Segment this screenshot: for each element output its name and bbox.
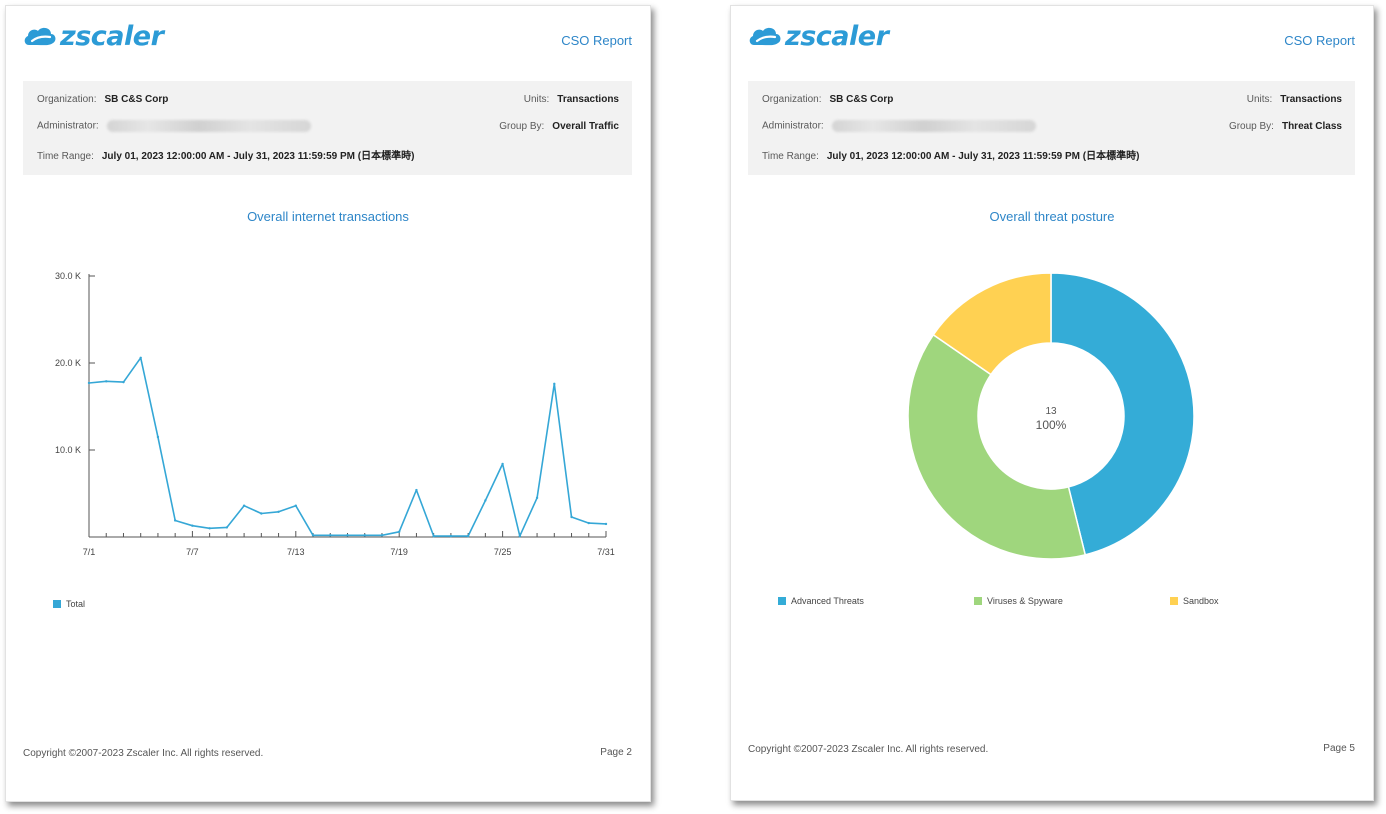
donut-chart: 13100%	[907, 272, 1195, 560]
brand-name: zscaler	[60, 21, 164, 52]
data-point	[570, 515, 573, 519]
donut-center-count: 13	[1045, 406, 1057, 417]
data-point	[260, 512, 263, 515]
data-point	[87, 381, 91, 385]
data-point	[346, 534, 349, 537]
report-info-panel: Organization: SB C&S Corp Units: Transacti…	[23, 81, 632, 175]
units-value: Transactions	[557, 94, 619, 105]
legend-swatch	[778, 597, 786, 605]
units-label: Units:	[523, 94, 550, 105]
administrator-redacted	[106, 120, 311, 132]
x-tick-label: 7/7	[186, 547, 199, 557]
donut-center-percent: 100%	[1036, 418, 1067, 432]
report-title: CSO Report	[1284, 33, 1355, 48]
x-tick-label: 7/13	[287, 547, 305, 557]
data-point	[501, 462, 504, 466]
data-point	[173, 519, 177, 522]
legend-swatch-total	[53, 600, 61, 608]
legend-swatch	[974, 597, 982, 605]
data-point	[553, 382, 556, 386]
data-point	[535, 496, 539, 500]
data-point	[294, 504, 297, 507]
footer-copyright: Copyright ©2007-2023 Zscaler Inc. All ri…	[748, 744, 989, 755]
footer-page-number: Page 2	[600, 747, 632, 758]
zscaler-logo: zscaler	[23, 21, 164, 52]
data-point	[363, 534, 366, 537]
group-by-value: Overall Traffic	[552, 120, 619, 132]
legend-swatch	[1170, 597, 1178, 605]
data-point	[122, 380, 125, 384]
x-tick-label: 7/19	[390, 547, 408, 557]
data-point	[484, 499, 487, 502]
legend-label-total: Total	[66, 599, 86, 609]
cloud-logo-icon	[24, 27, 56, 45]
report-page-left: zscaler CSO Report Organization: SB C&S C…	[5, 5, 651, 802]
time-range-label: Time Range:	[762, 151, 819, 162]
organization-label: Organization:	[762, 94, 822, 105]
zscaler-logo: zscaler	[748, 21, 889, 52]
legend-label: Advanced Threats	[791, 596, 864, 606]
y-tick-label: 30.0 K	[55, 271, 81, 281]
group-by-value: Threat Class	[1281, 120, 1342, 132]
data-point	[466, 534, 470, 538]
footer-page-number: Page 5	[1323, 743, 1355, 754]
data-point	[242, 504, 246, 507]
y-tick-label: 10.0 K	[55, 445, 81, 455]
administrator-redacted	[831, 120, 1036, 132]
legend-item-advanced-threats: Advanced Threats	[778, 596, 864, 606]
organization-label: Organization:	[37, 94, 97, 105]
units-value: Transactions	[1280, 94, 1342, 105]
data-point	[277, 510, 280, 513]
footer-copyright: Copyright ©2007-2023 Zscaler Inc. All ri…	[23, 748, 264, 759]
cloud-logo-icon	[749, 27, 781, 45]
data-point	[604, 522, 608, 526]
data-point	[518, 534, 522, 538]
legend-item-sandbox: Sandbox	[1170, 596, 1219, 606]
units-label: Units:	[1246, 94, 1273, 105]
donut-chart-title: Overall threat posture	[989, 209, 1115, 224]
data-point	[225, 526, 229, 529]
x-tick-label: 7/25	[494, 547, 512, 557]
line-chart-legend: Total	[53, 599, 85, 609]
series-line-total	[88, 357, 607, 537]
data-point	[208, 527, 211, 530]
data-point	[139, 356, 142, 359]
data-point	[415, 488, 418, 492]
legend-label: Viruses & Spyware	[987, 596, 1063, 606]
data-point	[191, 524, 194, 527]
x-tick-label: 7/31	[597, 547, 615, 557]
data-point	[329, 534, 332, 537]
legend-item-viruses-spyware: Viruses & Spyware	[974, 596, 1063, 606]
line-chart-title: Overall internet transactions	[247, 209, 409, 224]
data-point	[587, 521, 590, 525]
organization-value: SB C&S Corp	[104, 94, 169, 105]
data-point	[105, 380, 108, 383]
time-range-label: Time Range:	[37, 151, 94, 162]
group-by-label: Group By:	[499, 120, 545, 132]
administrator-label: Administrator:	[37, 120, 99, 132]
data-point	[311, 534, 315, 537]
data-point	[380, 534, 384, 537]
data-point	[398, 530, 401, 533]
data-point	[156, 435, 160, 439]
legend-label: Sandbox	[1183, 596, 1219, 606]
y-tick-label: 20.0 K	[55, 358, 81, 368]
administrator-label: Administrator:	[762, 120, 824, 132]
data-point	[449, 534, 453, 538]
line-chart: 10.0 K 20.0 K 30.0 K 7/1 7/7 7/13 7/19 7/25 7/31	[55, 271, 615, 557]
time-range-value: July 01, 2023 12:00:00 AM - July 31, 202…	[826, 151, 1140, 162]
data-point	[432, 534, 435, 538]
group-by-label: Group By:	[1228, 120, 1274, 132]
x-tick-label: 7/1	[83, 547, 96, 557]
report-title: CSO Report	[561, 33, 632, 48]
organization-value: SB C&S Corp	[829, 94, 894, 105]
brand-name: zscaler	[785, 21, 889, 52]
report-page-right: zscaler CSO Report Organization: SB C&S C…	[730, 5, 1374, 801]
time-range-value: July 01, 2023 12:00:00 AM - July 31, 202…	[101, 151, 415, 162]
report-info-panel: Organization: SB C&S Corp Units: Transacti…	[748, 81, 1355, 175]
